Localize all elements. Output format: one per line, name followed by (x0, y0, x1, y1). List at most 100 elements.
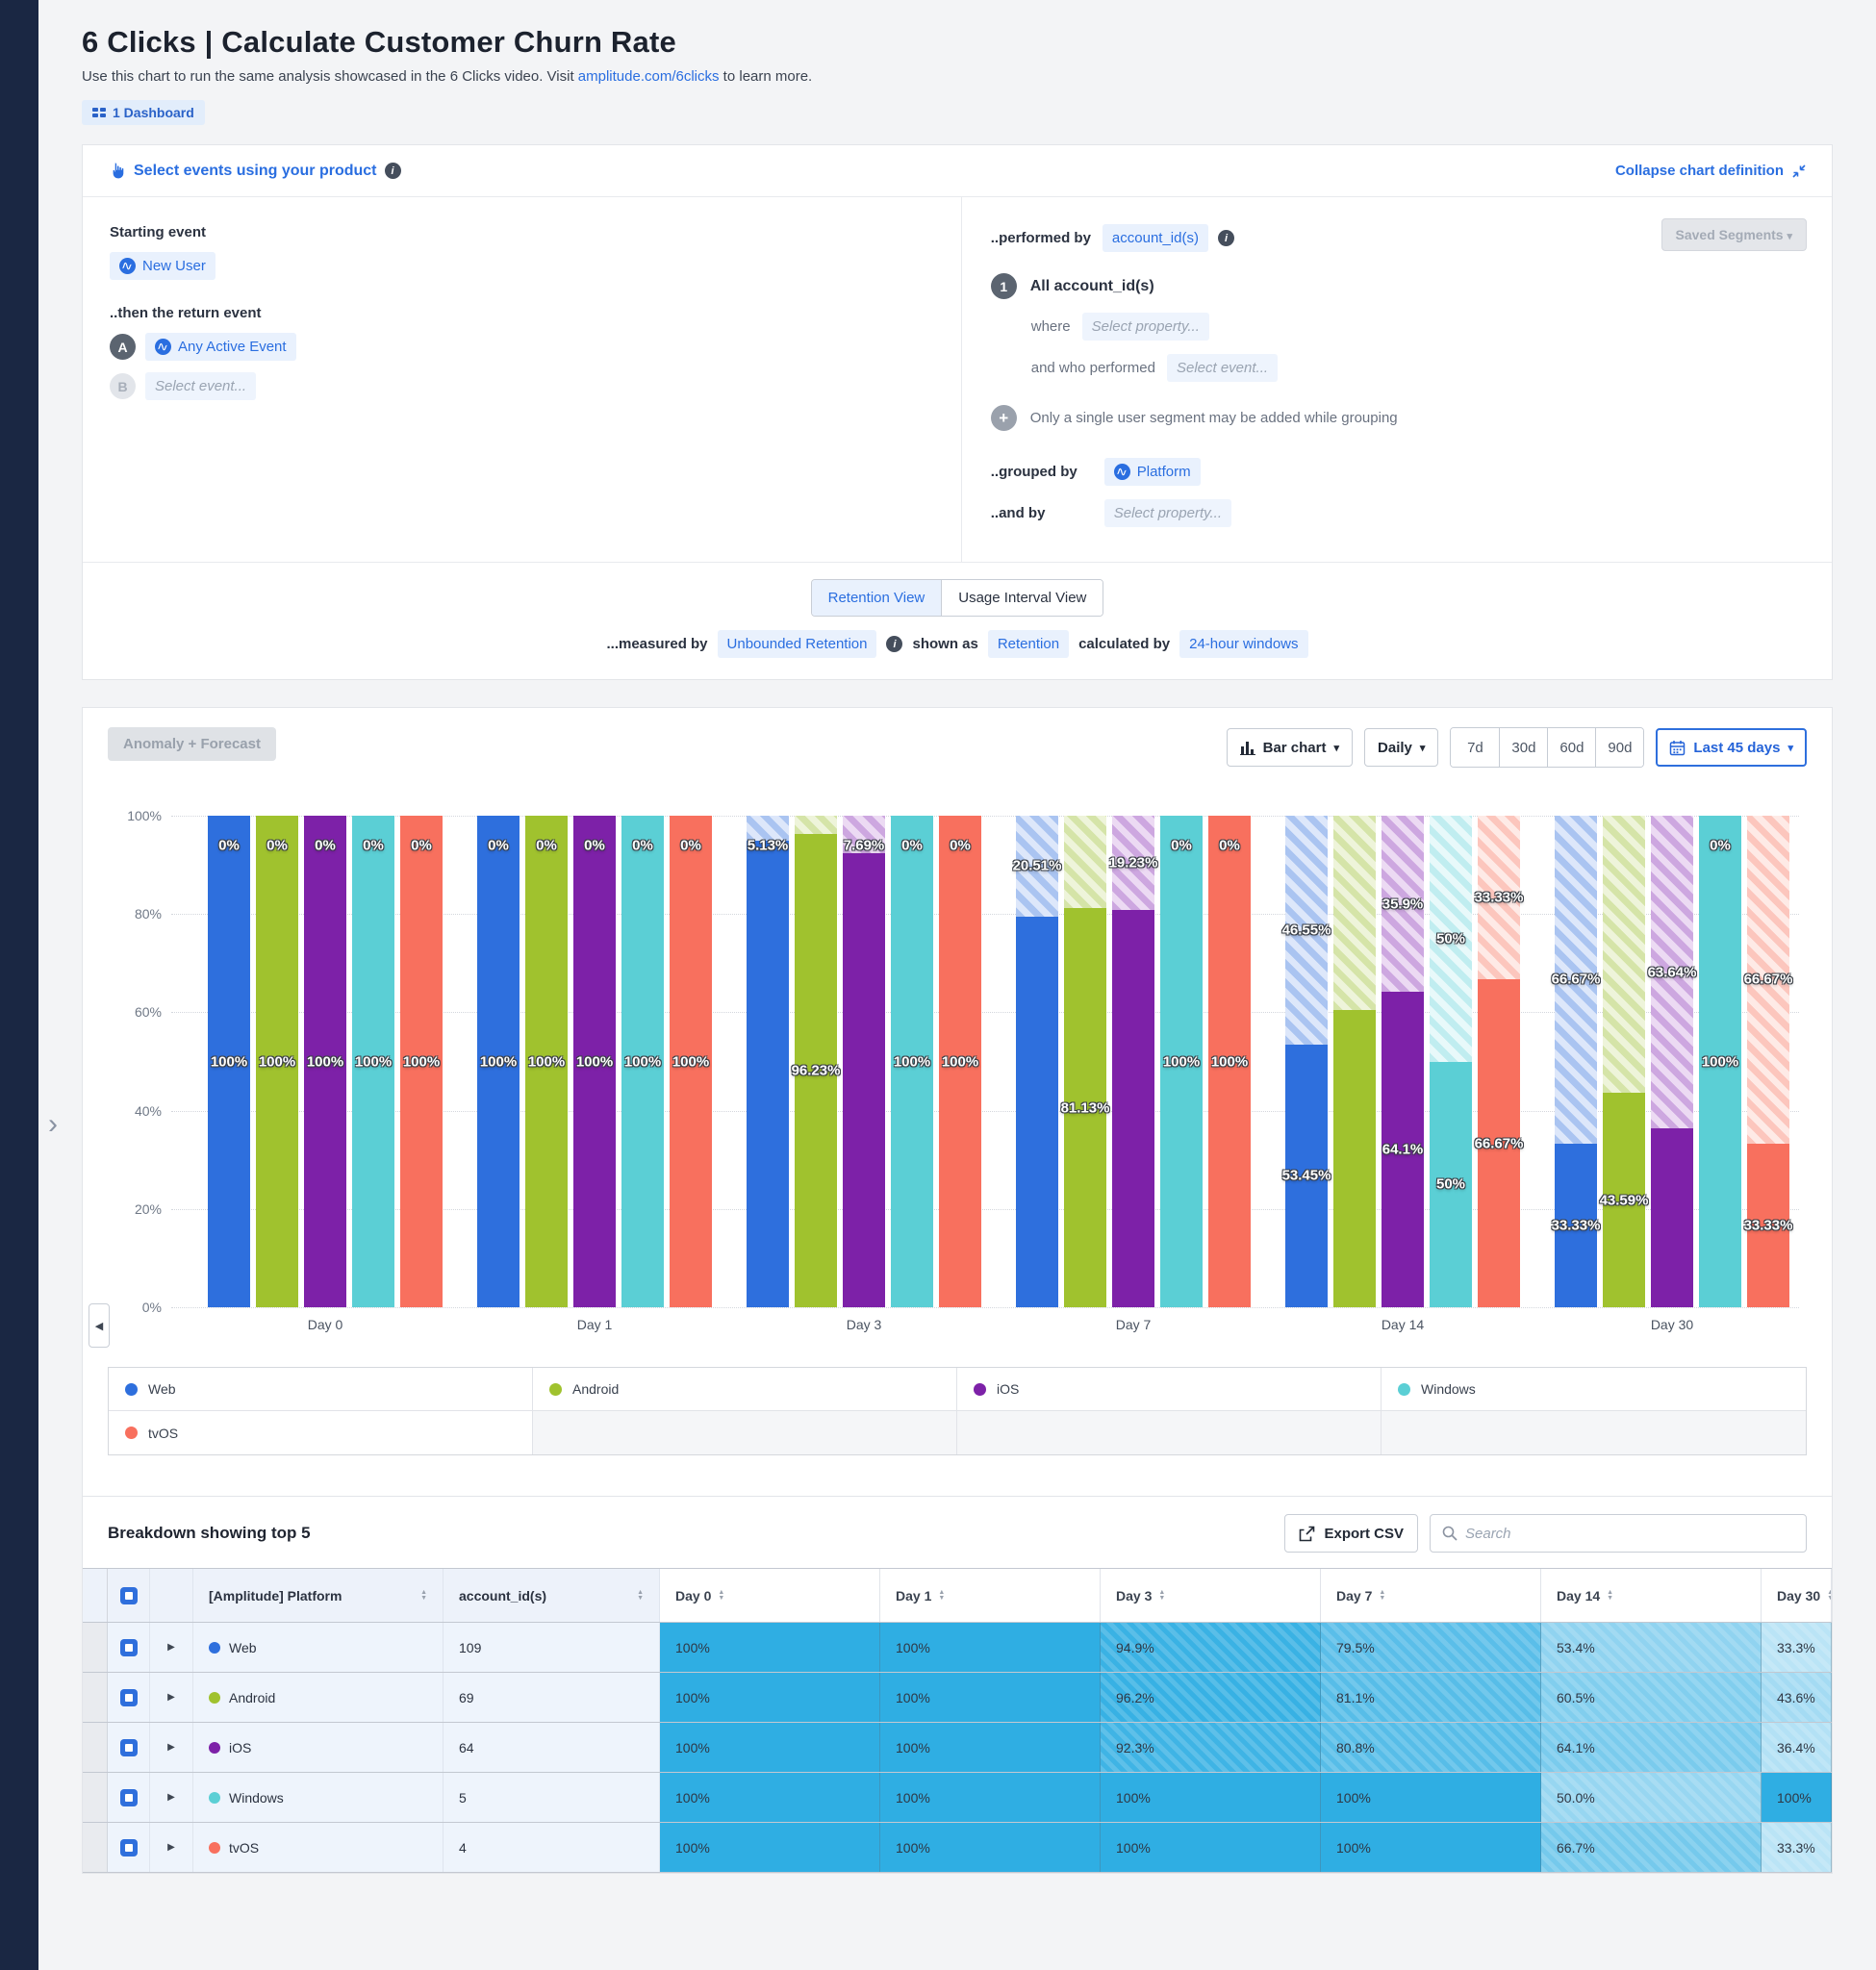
bar-windows-day-7[interactable]: 0%100% (1160, 816, 1203, 1307)
bar-android-day-14[interactable] (1333, 816, 1376, 1307)
header-day-3[interactable]: Day 3▲▼ (1101, 1569, 1321, 1622)
range-button-60d[interactable]: 60d (1547, 728, 1595, 767)
bar-android-day-1[interactable]: 0%100% (525, 816, 568, 1307)
date-range-button[interactable]: Last 45 days▾ (1656, 728, 1807, 767)
calculated-by-chip[interactable]: 24-hour windows (1179, 630, 1307, 658)
retention-cell-day-1[interactable]: 100% (880, 1673, 1101, 1722)
legend-item-ios[interactable]: iOS (957, 1368, 1382, 1411)
who-performed-event-select[interactable]: Select event... (1167, 354, 1278, 382)
row-expand-button[interactable]: ▶ (150, 1673, 193, 1722)
retention-cell-day-30[interactable]: 100% (1762, 1773, 1832, 1822)
bar-ios-day-1[interactable]: 0%100% (573, 816, 616, 1307)
second-event-select[interactable]: Select event... (145, 372, 256, 400)
and-by-property-select[interactable]: Select property... (1104, 499, 1231, 527)
sort-icon[interactable]: ▲▼ (637, 1590, 644, 1602)
row-checkbox[interactable] (120, 1839, 138, 1856)
retention-cell-day-1[interactable]: 100% (880, 1623, 1101, 1672)
legend-item-windows[interactable]: Windows (1382, 1368, 1806, 1411)
return-event-chip[interactable]: Any Active Event (145, 333, 296, 361)
bar-android-day-3[interactable]: 96.23% (795, 816, 837, 1307)
sort-icon[interactable]: ▲▼ (718, 1590, 724, 1602)
row-expand-button[interactable]: ▶ (150, 1773, 193, 1822)
sort-icon[interactable]: ▲▼ (938, 1590, 945, 1602)
chart-type-button[interactable]: Bar chart▾ (1227, 728, 1353, 767)
row-expand-button[interactable]: ▶ (150, 1723, 193, 1772)
retention-cell-day-7[interactable]: 81.1% (1321, 1673, 1541, 1722)
sort-icon[interactable]: ▲▼ (420, 1590, 427, 1602)
retention-cell-day-0[interactable]: 100% (660, 1623, 880, 1672)
retention-cell-day-1[interactable]: 100% (880, 1723, 1101, 1772)
bar-tvos-day-7[interactable]: 0%100% (1208, 816, 1251, 1307)
bar-web-day-1[interactable]: 0%100% (477, 816, 520, 1307)
retention-cell-day-7[interactable]: 100% (1321, 1773, 1541, 1822)
row-checkbox[interactable] (120, 1639, 138, 1656)
retention-cell-day-0[interactable]: 100% (660, 1723, 880, 1772)
bar-ios-day-0[interactable]: 0%100% (304, 816, 346, 1307)
range-button-30d[interactable]: 30d (1499, 728, 1547, 767)
six-clicks-link[interactable]: amplitude.com/6clicks (578, 68, 720, 85)
bar-web-day-0[interactable]: 0%100% (208, 816, 250, 1307)
sort-icon[interactable]: ▲▼ (1827, 1590, 1832, 1602)
select-events-button[interactable]: Select events using your product i (108, 162, 401, 180)
performed-by-chip[interactable]: account_id(s) (1103, 224, 1208, 252)
retention-cell-day-14[interactable]: 50.0% (1541, 1773, 1762, 1822)
bar-tvos-day-0[interactable]: 0%100% (400, 816, 443, 1307)
bar-web-day-7[interactable]: 20.51% (1016, 816, 1058, 1307)
bar-tvos-day-14[interactable]: 33.33%66.67% (1478, 816, 1520, 1307)
sort-icon[interactable]: ▲▼ (1158, 1590, 1165, 1602)
retention-cell-day-3[interactable]: 92.3% (1101, 1723, 1321, 1772)
sort-icon[interactable]: ▲▼ (1607, 1590, 1613, 1602)
retention-cell-day-3[interactable]: 100% (1101, 1773, 1321, 1822)
retention-cell-day-3[interactable]: 100% (1101, 1823, 1321, 1872)
retention-cell-day-14[interactable]: 66.7% (1541, 1823, 1762, 1872)
tab-usage-interval-view[interactable]: Usage Interval View (941, 580, 1103, 616)
bar-web-day-30[interactable]: 66.67%33.33% (1555, 816, 1597, 1307)
saved-segments-button[interactable]: Saved Segments ▾ (1661, 218, 1807, 251)
retention-cell-day-30[interactable]: 33.3% (1762, 1623, 1832, 1672)
legend-item-android[interactable]: Android (533, 1368, 957, 1411)
bar-tvos-day-3[interactable]: 0%100% (939, 816, 981, 1307)
performed-by-info-icon[interactable]: i (1218, 230, 1234, 246)
bar-ios-day-30[interactable]: 63.64% (1651, 816, 1693, 1307)
measured-by-info-icon[interactable]: i (886, 636, 902, 652)
search-input[interactable] (1465, 1526, 1794, 1542)
measured-by-chip[interactable]: Unbounded Retention (718, 630, 877, 658)
bar-android-day-0[interactable]: 0%100% (256, 816, 298, 1307)
tab-retention-view[interactable]: Retention View (812, 580, 942, 616)
retention-cell-day-1[interactable]: 100% (880, 1823, 1101, 1872)
bar-windows-day-14[interactable]: 50%50% (1430, 816, 1472, 1307)
bar-ios-day-14[interactable]: 35.9%64.1% (1382, 816, 1424, 1307)
retention-cell-day-30[interactable]: 33.3% (1762, 1823, 1832, 1872)
bar-web-day-3[interactable]: 5.13% (747, 816, 789, 1307)
row-expand-button[interactable]: ▶ (150, 1823, 193, 1872)
add-segment-button[interactable]: + (991, 405, 1017, 431)
retention-cell-day-30[interactable]: 43.6% (1762, 1673, 1832, 1722)
row-checkbox[interactable] (120, 1689, 138, 1706)
retention-cell-day-7[interactable]: 79.5% (1321, 1623, 1541, 1672)
retention-cell-day-0[interactable]: 100% (660, 1773, 880, 1822)
retention-cell-day-14[interactable]: 64.1% (1541, 1723, 1762, 1772)
select-events-info-icon[interactable]: i (385, 163, 401, 179)
bar-windows-day-1[interactable]: 0%100% (621, 816, 664, 1307)
retention-cell-day-14[interactable]: 53.4% (1541, 1623, 1762, 1672)
header-day-7[interactable]: Day 7▲▼ (1321, 1569, 1541, 1622)
bar-windows-day-0[interactable]: 0%100% (352, 816, 394, 1307)
row-expand-button[interactable]: ▶ (150, 1623, 193, 1672)
retention-cell-day-3[interactable]: 94.9% (1101, 1623, 1321, 1672)
where-property-select[interactable]: Select property... (1082, 313, 1209, 341)
header-day-14[interactable]: Day 14▲▼ (1541, 1569, 1762, 1622)
header-day-0[interactable]: Day 0▲▼ (660, 1569, 880, 1622)
retention-cell-day-3[interactable]: 96.2% (1101, 1673, 1321, 1722)
range-button-90d[interactable]: 90d (1595, 728, 1643, 767)
header-day-30[interactable]: Day 30▲▼ (1762, 1569, 1832, 1622)
header-day-1[interactable]: Day 1▲▼ (880, 1569, 1101, 1622)
row-checkbox[interactable] (120, 1789, 138, 1806)
starting-event-chip[interactable]: New User (110, 252, 215, 280)
shown-as-chip[interactable]: Retention (988, 630, 1069, 658)
retention-cell-day-0[interactable]: 100% (660, 1673, 880, 1722)
range-button-7d[interactable]: 7d (1451, 728, 1499, 767)
grouped-by-chip[interactable]: Platform (1104, 458, 1201, 486)
legend-item-tvos[interactable]: tvOS (109, 1411, 533, 1454)
retention-cell-day-1[interactable]: 100% (880, 1773, 1101, 1822)
bar-web-day-14[interactable]: 46.55%53.45% (1285, 816, 1328, 1307)
